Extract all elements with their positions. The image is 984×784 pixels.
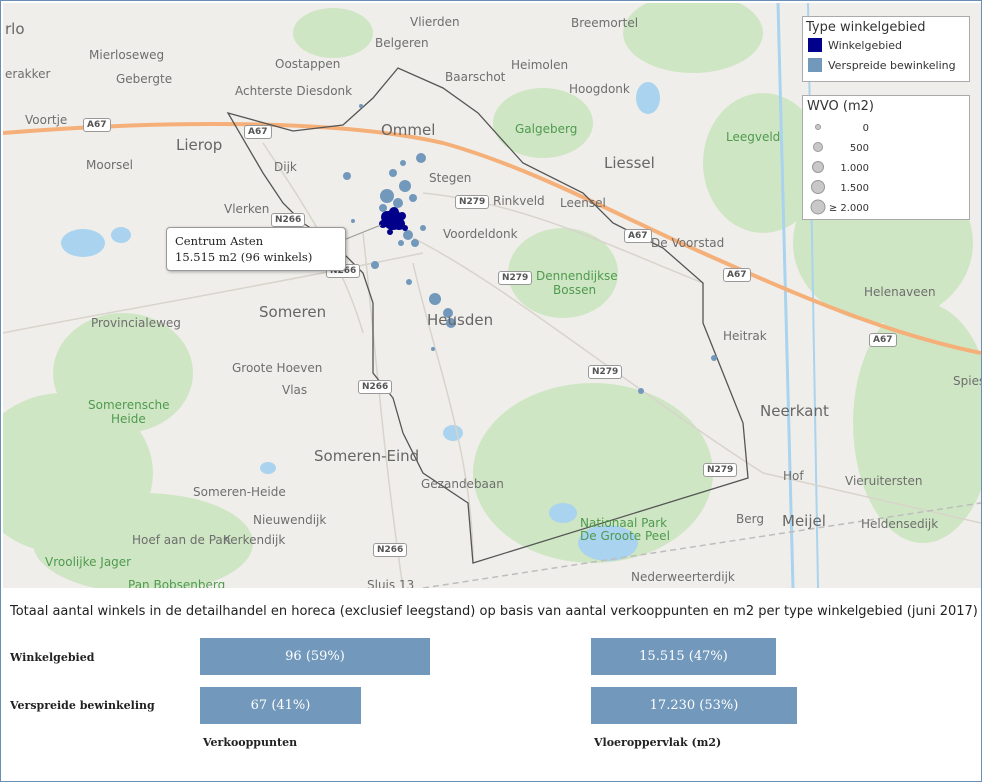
size-label-2000: ≥ 2.000 — [828, 202, 869, 214]
axis-label-verkooppunten: Verkooppunten — [203, 736, 298, 749]
legend-type-winkelgebied: Type winkelgebied Winkelgebied Verspreid… — [802, 16, 970, 82]
place-label: Dennendijkse — [536, 269, 618, 283]
place-label: Sluis 13 — [367, 578, 415, 588]
place-label: Heimolen — [511, 58, 569, 72]
place-label: Hoogdonk — [569, 82, 630, 96]
map-view[interactable]: Vlierden Breemortel Belgeren Mierloseweg Oos… — [3, 3, 981, 588]
swatch-winkelgebied — [808, 38, 822, 52]
bar-verkooppunten-winkelgebied[interactable]: 96 (59%) — [200, 638, 430, 675]
road-shield: A67 — [83, 118, 111, 132]
place-label: Bossen — [553, 283, 597, 297]
map-tooltip: Centrum Asten 15.515 m2 (96 winkels) — [166, 227, 346, 271]
place-label: Vlerken — [224, 202, 270, 216]
place-label: Heusden — [427, 311, 494, 329]
place-label: Hoef aan de Pan — [132, 533, 231, 547]
place-label: Heide — [111, 412, 146, 426]
bar-verkooppunten-verspreide[interactable]: 67 (41%) — [200, 687, 361, 724]
place-label: Nieuwendijk — [253, 513, 327, 527]
legend-label: Winkelgebied — [828, 38, 903, 52]
place-label: Spies — [953, 374, 981, 388]
place-label: Lierop — [176, 136, 223, 154]
place-label: Someren-Eind — [314, 447, 420, 465]
legend-wvo: WVO (m2) 0 500 1.000 1.500 ≥ 2.000 — [802, 95, 970, 220]
place-label: Stegen — [429, 171, 472, 185]
place-label: Voordeldonk — [443, 227, 518, 241]
place-label: Gebergte — [116, 72, 173, 86]
road-shield: N279 — [588, 365, 623, 379]
bar-vloeroppervlak-winkelgebied[interactable]: 15.515 (47%) — [591, 638, 776, 675]
place-label: Breemortel — [571, 16, 639, 30]
road-shield: N266 — [373, 543, 408, 557]
legend-wvo-title: WVO (m2) — [807, 99, 874, 114]
size-label-0: 0 — [862, 122, 869, 134]
place-label: Heldensedijk — [861, 517, 939, 531]
row-label-winkelgebied: Winkelgebied — [10, 651, 95, 664]
place-label: Belgeren — [375, 36, 429, 50]
road-shield: A67 — [723, 268, 751, 282]
place-label: Gezandebaan — [421, 477, 504, 491]
place-label: Leensel — [560, 196, 606, 210]
green-areas — [3, 3, 981, 588]
road-shield: N279 — [498, 271, 533, 285]
map-layer — [3, 3, 981, 588]
place-label: Heitrak — [723, 329, 767, 343]
road-shield: A67 — [244, 125, 272, 139]
place-label: Provincialeweg — [91, 316, 181, 330]
size-label-500: 500 — [849, 142, 869, 154]
place-label: Ommel — [381, 121, 436, 139]
swatch-verspreide — [808, 58, 822, 72]
road-shield: N266 — [271, 213, 306, 227]
place-label: Groote Hoeven — [232, 361, 323, 375]
legend-type-title: Type winkelgebied — [806, 20, 926, 35]
bar-vloeroppervlak-verspreide[interactable]: 17.230 (53%) — [591, 687, 797, 724]
place-label: Someren-Heide — [193, 485, 286, 499]
place-label: Oostappen — [275, 57, 341, 71]
row-label-verspreide: Verspreide bewinkeling — [10, 699, 155, 712]
legend-item-verspreide-bewinkeling[interactable]: Verspreide bewinkeling — [808, 55, 969, 75]
size-label-1000: 1.000 — [840, 162, 869, 174]
road-shield: A67 — [624, 229, 652, 243]
road-shield: N279 — [455, 195, 490, 209]
place-label: Nederweerterdijk — [631, 570, 735, 584]
place-label: Meijel — [782, 512, 826, 530]
place-label: Nationaal Park — [580, 516, 668, 530]
place-label: Berg — [736, 512, 764, 526]
road-shield: A67 — [869, 333, 897, 347]
place-label: Helenaveen — [864, 285, 936, 299]
place-label: Rinkveld — [493, 194, 545, 208]
road-shield: N279 — [703, 463, 738, 477]
place-label: Vieruitersten — [845, 474, 923, 488]
chart-title: Totaal aantal winkels in de detailhandel… — [10, 604, 978, 619]
place-label: Neerkant — [760, 402, 829, 420]
place-label: Pan Bobsenberg — [128, 578, 226, 588]
place-label: Kerkendijk — [223, 533, 286, 547]
size-label-1500: 1.500 — [840, 182, 869, 194]
place-label: Somerensche — [88, 398, 170, 412]
place-label: Galgeberg — [515, 122, 578, 136]
place-label: Mierloseweg — [89, 48, 165, 62]
legend-label: Verspreide bewinkeling — [828, 58, 956, 72]
place-label: rlo — [5, 20, 25, 38]
place-label: erakker — [5, 67, 51, 81]
place-label: Leegveld — [726, 130, 781, 144]
place-label: Vroolijke Jager — [45, 555, 132, 569]
road-shield: N266 — [358, 380, 393, 394]
map-dashboard: Vlierden Breemortel Belgeren Mierloseweg Oos… — [0, 0, 982, 782]
place-label: Voortje — [25, 113, 68, 127]
place-label: Dijk — [274, 160, 297, 174]
place-label: Achterste Diesdonk — [235, 84, 353, 98]
place-label: De Voorstad — [651, 236, 725, 250]
place-label: Vlierden — [410, 15, 460, 29]
place-label: Hof — [783, 469, 804, 483]
place-label: Someren — [259, 303, 327, 321]
axis-label-vloeroppervlak: Vloeroppervlak (m2) — [594, 736, 722, 749]
place-label: Liessel — [604, 154, 655, 172]
place-label: De Groote Peel — [580, 529, 670, 543]
place-label: Vlas — [282, 383, 308, 397]
tooltip-value: 15.515 m2 (96 winkels) — [175, 250, 313, 264]
place-label: Moorsel — [86, 158, 133, 172]
place-label: Baarschot — [445, 70, 506, 84]
tooltip-title: Centrum Asten — [175, 234, 264, 248]
legend-item-winkelgebied[interactable]: Winkelgebied — [808, 35, 969, 55]
